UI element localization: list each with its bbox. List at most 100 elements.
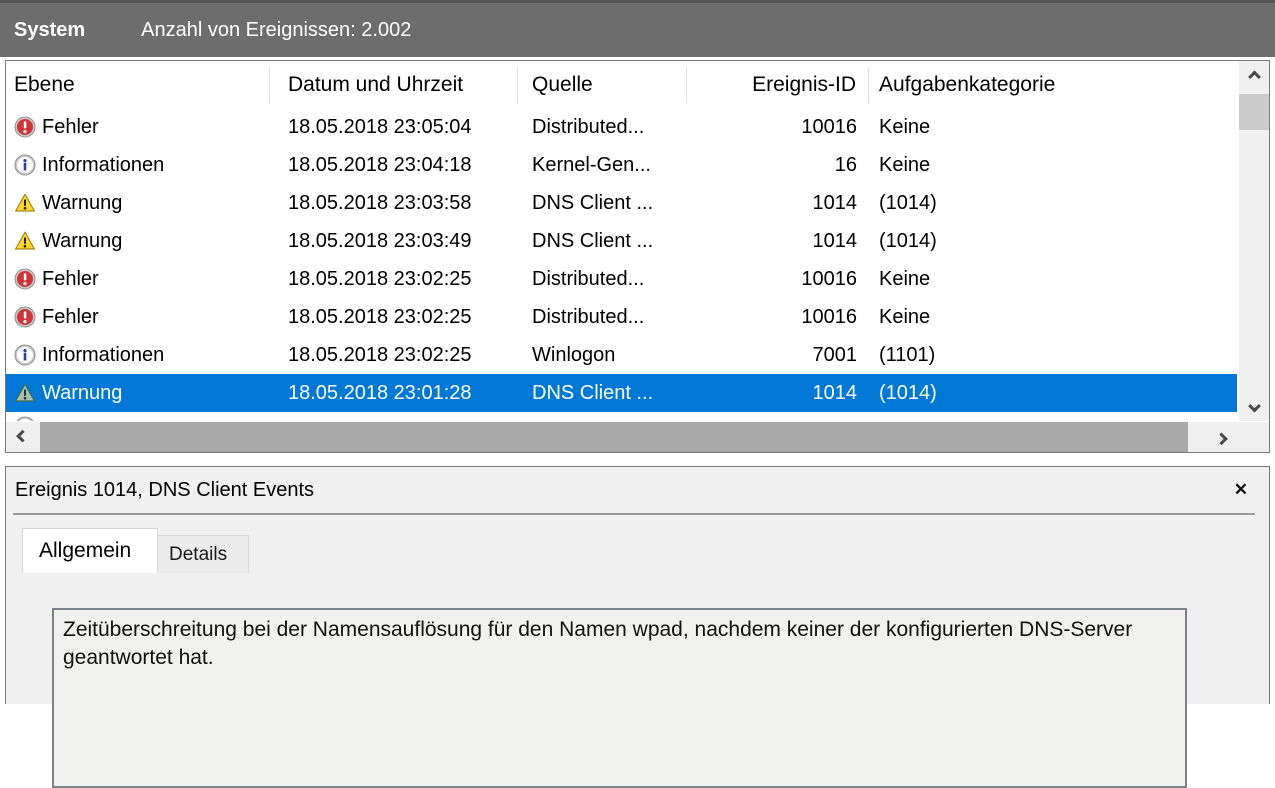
- task-category-cell: Keine: [879, 267, 931, 290]
- level-cell: Informationen: [6, 344, 270, 367]
- source-cell: Distributed...: [532, 305, 645, 328]
- level-label: Warnung: [42, 191, 123, 214]
- level-label: Warnung: [42, 381, 123, 404]
- scroll-left-button[interactable]: [6, 422, 38, 452]
- datetime-cell: 18.05.2018 23:01:28: [288, 381, 472, 404]
- event-id-cell: 7001: [812, 343, 858, 366]
- horizontal-scrollbar[interactable]: [6, 422, 1237, 452]
- details-separator: [13, 513, 1255, 515]
- task-category-cell: (1014): [879, 381, 937, 404]
- event-id-cell: 10016: [801, 267, 857, 290]
- datetime-cell: 18.05.2018 23:05:04: [288, 115, 472, 138]
- tab-label: Allgemein: [39, 539, 132, 562]
- log-title: System: [14, 18, 86, 41]
- level-cell: Informationen: [6, 154, 270, 177]
- close-icon[interactable]: ✕: [1234, 480, 1248, 500]
- tab-allgemein[interactable]: Allgemein: [22, 528, 158, 573]
- table-row[interactable]: Warnung 18.05.2018 23:03:58 DNS Client .…: [6, 184, 1237, 222]
- level-cell: Warnung: [6, 192, 270, 215]
- level-cell: Warnung: [6, 230, 270, 253]
- horizontal-scroll-thumb[interactable]: [40, 422, 1188, 452]
- source-cell: DNS Client ...: [532, 191, 654, 214]
- chevron-down-icon: [1247, 399, 1261, 412]
- vertical-scroll-thumb[interactable]: [1239, 94, 1269, 130]
- level-label: Fehler: [42, 115, 99, 138]
- table-row[interactable]: Informationen 18.05.2018 23:02:25 Winlog…: [6, 336, 1237, 374]
- column-header-datetime[interactable]: Datum und Uhrzeit: [270, 66, 518, 103]
- task-category-cell: Keine: [879, 305, 931, 328]
- event-table: Ebene Datum und Uhrzeit Quelle Ereignis-…: [5, 60, 1270, 453]
- error-icon: [14, 268, 36, 290]
- level-label: Warnung: [42, 229, 123, 252]
- level-cell: Fehler: [6, 306, 270, 329]
- table-row-selected[interactable]: Warnung 18.05.2018 23:01:28 DNS Client .…: [6, 374, 1237, 412]
- warning-icon: [14, 230, 36, 252]
- details-header: Ereignis 1014, DNS Client Events ✕: [6, 467, 1269, 513]
- task-category-cell: (1101): [879, 343, 936, 366]
- event-message-box: Zeitüberschreitung bei der Namensauflösu…: [52, 608, 1187, 788]
- level-label: Fehler: [42, 267, 99, 290]
- tab-label: Details: [169, 543, 228, 565]
- level-label: Fehler: [42, 305, 99, 328]
- info-icon: [14, 154, 36, 176]
- event-message: Zeitüberschreitung bei der Namensauflösu…: [63, 618, 1133, 669]
- table-header-row: Ebene Datum und Uhrzeit Quelle Ereignis-…: [6, 61, 1239, 108]
- event-count: Anzahl von Ereignissen: 2.002: [141, 18, 412, 41]
- chevron-up-icon: [1247, 70, 1261, 83]
- task-category-cell: (1014): [879, 229, 937, 252]
- event-id-cell: 10016: [801, 305, 857, 328]
- log-title-bar: System Anzahl von Ereignissen: 2.002: [0, 0, 1275, 57]
- scrollbar-corner: [1237, 422, 1269, 452]
- table-row[interactable]: Informationen 18.05.2018 23:04:18 Kernel…: [6, 146, 1237, 184]
- column-header-event-id[interactable]: Ereignis-ID: [687, 66, 869, 103]
- source-cell: DNS Client ...: [532, 381, 654, 404]
- scroll-up-button[interactable]: [1239, 61, 1269, 89]
- source-cell: Distributed...: [532, 115, 645, 138]
- column-header-task-category[interactable]: Aufgabenkategorie: [869, 67, 1239, 103]
- warning-icon: [14, 192, 36, 214]
- level-cell: Warnung: [6, 382, 270, 405]
- table-row[interactable]: Fehler 18.05.2018 23:02:25 Distributed..…: [6, 260, 1237, 298]
- info-icon: [14, 344, 36, 366]
- datetime-cell: 18.05.2018 23:04:18: [288, 153, 472, 176]
- scroll-right-button[interactable]: [1205, 422, 1237, 452]
- datetime-cell: 18.05.2018 23:03:58: [288, 191, 472, 214]
- chevron-right-icon: [1214, 432, 1228, 445]
- vertical-scrollbar[interactable]: [1239, 61, 1269, 421]
- event-id-cell: 1014: [812, 229, 858, 252]
- level-label: Informationen: [42, 343, 165, 366]
- source-cell: Winlogon: [532, 343, 616, 366]
- event-id-cell: 16: [834, 153, 857, 176]
- column-header-source[interactable]: Quelle: [518, 66, 687, 103]
- datetime-cell: 18.05.2018 23:02:25: [288, 305, 472, 328]
- source-cell: Kernel-Gen...: [532, 153, 651, 176]
- details-tabs: Allgemein Details: [22, 528, 1269, 573]
- level-label: Informationen: [42, 153, 165, 176]
- source-cell: DNS Client ...: [532, 229, 654, 252]
- event-details-panel: Ereignis 1014, DNS Client Events ✕ Allge…: [5, 466, 1270, 788]
- details-title: Ereignis 1014, DNS Client Events: [15, 478, 315, 501]
- scroll-down-button[interactable]: [1239, 393, 1269, 421]
- info-icon: [14, 416, 36, 421]
- tab-details[interactable]: Details: [158, 535, 249, 573]
- task-category-cell: Keine: [879, 115, 931, 138]
- chevron-left-icon: [15, 429, 29, 442]
- datetime-cell: 18.05.2018 23:03:49: [288, 229, 472, 252]
- warning-icon: [14, 382, 36, 404]
- table-row[interactable]: Fehler 18.05.2018 23:02:25 Distributed..…: [6, 298, 1237, 336]
- source-cell: Distributed...: [532, 267, 645, 290]
- task-category-cell: (1014): [879, 191, 937, 214]
- table-body: Fehler 18.05.2018 23:05:04 Distributed..…: [6, 108, 1237, 421]
- table-row-partial[interactable]: [6, 412, 1237, 421]
- task-category-cell: Keine: [879, 153, 931, 176]
- event-id-cell: 1014: [812, 381, 858, 404]
- table-row[interactable]: Fehler 18.05.2018 23:05:04 Distributed..…: [6, 108, 1237, 146]
- datetime-cell: 18.05.2018 23:02:25: [288, 343, 472, 366]
- error-icon: [14, 116, 36, 138]
- level-cell: Fehler: [6, 116, 270, 139]
- error-icon: [14, 306, 36, 328]
- table-row[interactable]: Warnung 18.05.2018 23:03:49 DNS Client .…: [6, 222, 1237, 260]
- datetime-cell: 18.05.2018 23:02:25: [288, 267, 472, 290]
- event-id-cell: 1014: [812, 191, 858, 214]
- column-header-level[interactable]: Ebene: [6, 66, 270, 103]
